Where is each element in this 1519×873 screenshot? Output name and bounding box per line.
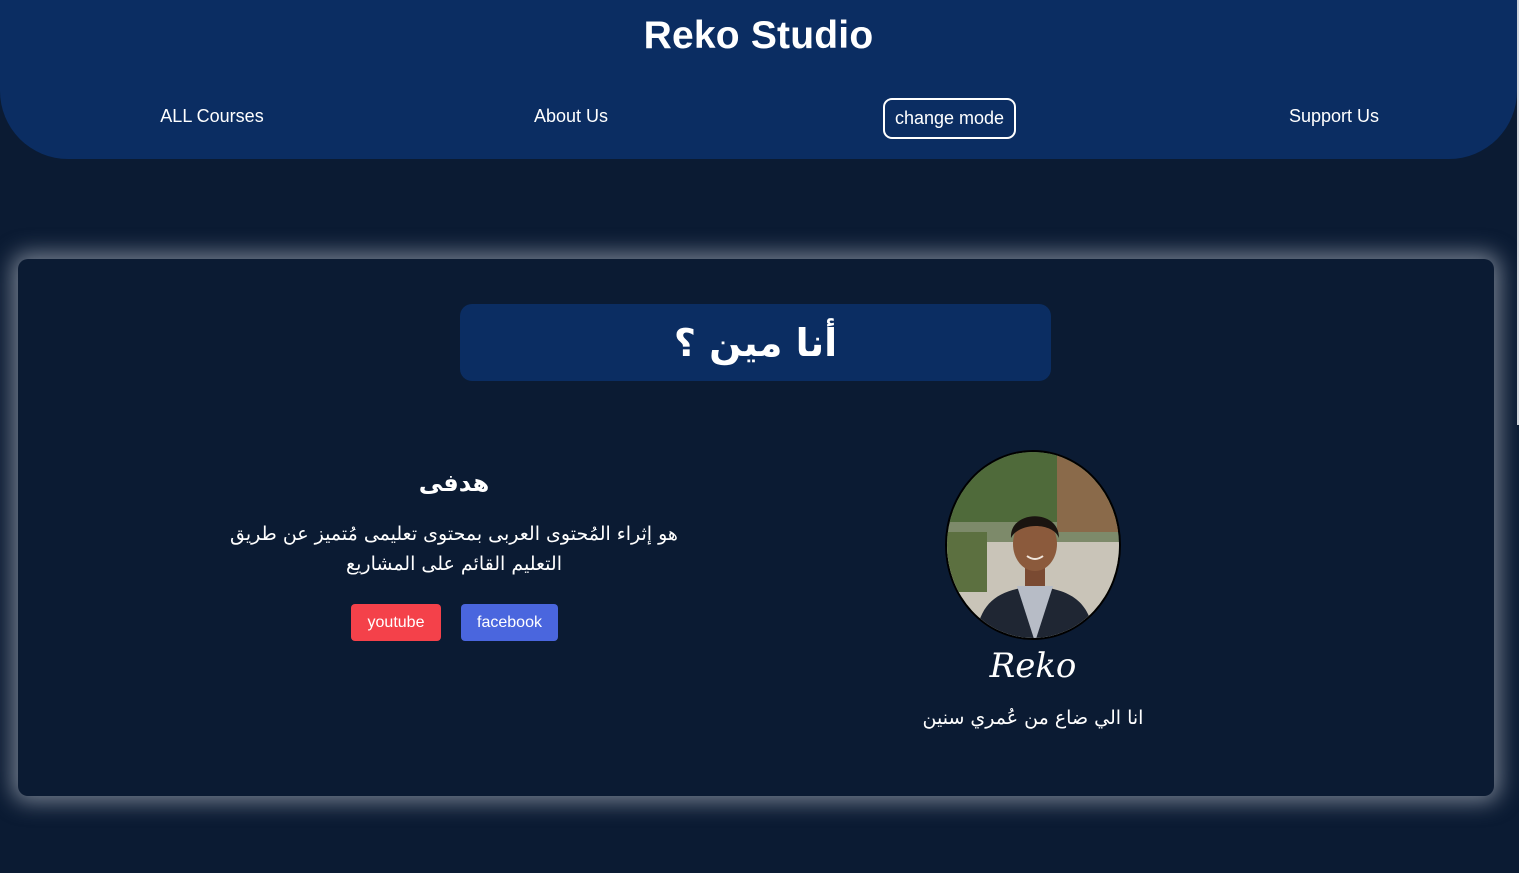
youtube-button[interactable]: youtube: [351, 604, 441, 641]
site-header: Reko Studio ALL Courses About Us change …: [0, 0, 1517, 159]
goal-text-line-2: التعليم القائم على المشاريع: [346, 553, 562, 575]
profile-bio: انا الي ضاع من عُمري سنين: [922, 707, 1144, 729]
site-brand: Reko Studio: [643, 14, 874, 57]
profile-avatar: [945, 450, 1121, 640]
change-mode-button[interactable]: change mode: [883, 98, 1016, 139]
goal-heading: هدفى: [418, 469, 490, 497]
goal-text-line-1: هو إثراء المُحتوى العربى بمحتوى تعليمى م…: [230, 523, 678, 545]
nav-about-us[interactable]: About Us: [534, 106, 608, 127]
profile-photo-illustration: [947, 452, 1119, 638]
goal-section: هدفى هو إثراء المُحتوى العربى بمحتوى تعل…: [194, 469, 714, 579]
about-card: أنا مين ؟ هدفى هو إثراء المُحتوى العربى …: [18, 259, 1494, 796]
nav-support-us[interactable]: Support Us: [1289, 106, 1379, 127]
about-title: أنا مين ؟: [460, 304, 1051, 381]
profile-name: Reko: [989, 646, 1077, 686]
facebook-button[interactable]: facebook: [461, 604, 558, 641]
nav-all-courses[interactable]: ALL Courses: [160, 106, 263, 127]
goal-text: هو إثراء المُحتوى العربى بمحتوى تعليمى م…: [194, 519, 714, 579]
